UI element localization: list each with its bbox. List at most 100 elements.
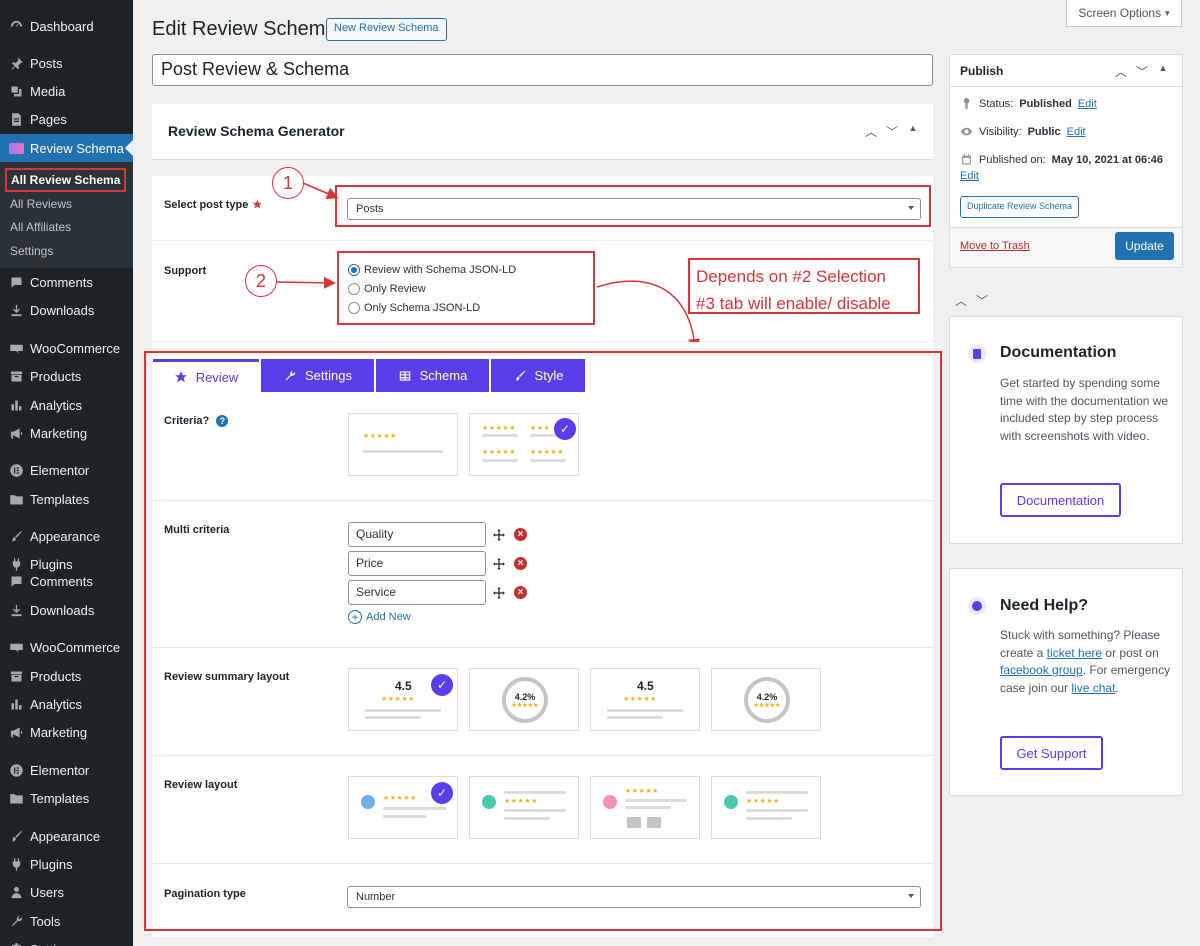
- move-down-icon[interactable]: ﹀: [975, 292, 989, 309]
- sidebar-item-elementor[interactable]: Elementor: [0, 456, 133, 484]
- sidebar-item-users[interactable]: Users: [0, 878, 133, 906]
- sidebar-item-review-schema[interactable]: Review Schema: [0, 134, 133, 162]
- sidebar-item-label: Elementor: [30, 462, 90, 478]
- move-down-icon[interactable]: ﹀: [885, 123, 899, 140]
- help-icon[interactable]: ?: [216, 415, 229, 427]
- sidebar-item-label: Users: [30, 884, 64, 900]
- sidebar-item-products[interactable]: Products: [0, 362, 133, 390]
- pagination-type-select[interactable]: Number: [347, 886, 921, 908]
- sidebar-item-marketing[interactable]: Marketing: [0, 419, 133, 447]
- tab-style[interactable]: Style: [491, 359, 585, 392]
- summary-layout-option-1[interactable]: 4.5 ★★★★★ ✓: [348, 668, 458, 731]
- toggle-panel-icon[interactable]: ▲: [1156, 63, 1170, 80]
- tab-settings[interactable]: Settings: [261, 359, 374, 392]
- sidebar-item-appearance[interactable]: Appearance: [0, 522, 133, 550]
- add-new-criteria-button[interactable]: + Add New: [348, 610, 411, 624]
- sidebar-item-dashboard[interactable]: Dashboard: [0, 12, 133, 40]
- visibility-line: Visibility: Public Edit: [960, 125, 1086, 138]
- sidebar-item-templates[interactable]: Templates: [0, 485, 133, 513]
- post-title-input[interactable]: Post Review & Schema: [152, 54, 933, 86]
- submenu-settings[interactable]: Settings: [10, 244, 53, 258]
- support-option-only-review[interactable]: Only Review: [348, 283, 426, 295]
- criteria-multi-option[interactable]: ★★★★★ ★★★ ★★★★★ ★★★★★ ✓: [469, 413, 579, 476]
- post-type-select[interactable]: Posts: [347, 198, 921, 220]
- live-chat-link[interactable]: live chat: [1071, 681, 1115, 695]
- move-handle-icon[interactable]: [492, 557, 506, 571]
- radio-button[interactable]: [348, 302, 360, 314]
- move-handle-icon[interactable]: [492, 528, 506, 542]
- status-value: Published: [1019, 97, 1072, 110]
- sidebar-item-plugins[interactable]: Plugins: [0, 850, 133, 878]
- criteria-single-option[interactable]: ★★★★★: [348, 413, 458, 476]
- duplicate-review-schema-button[interactable]: Duplicate Review Schema: [960, 196, 1080, 218]
- tab-review[interactable]: Review: [153, 359, 259, 392]
- remove-criteria-icon[interactable]: ×: [514, 586, 527, 599]
- edit-date-link[interactable]: Edit: [960, 170, 979, 182]
- side-box-controls: ︿ ﹀: [954, 292, 989, 309]
- brush-icon: [8, 828, 24, 844]
- submenu-all-review-schema[interactable]: All Review Schema: [5, 168, 127, 192]
- sidebar-item-analytics[interactable]: Analytics: [0, 391, 133, 419]
- review-layout-option-1[interactable]: ★★★★★ ✓: [348, 776, 458, 839]
- sidebar-item-label: Templates: [30, 491, 90, 507]
- new-review-schema-button[interactable]: New Review Schema: [326, 18, 447, 41]
- ticket-link[interactable]: ticket here: [1047, 646, 1102, 660]
- sidebar-item-posts[interactable]: Posts: [0, 49, 133, 77]
- facebook-group-link[interactable]: facebook group: [1000, 663, 1083, 677]
- sidebar-item-products[interactable]: Products: [0, 662, 133, 690]
- remove-criteria-icon[interactable]: ×: [514, 557, 527, 570]
- move-up-icon[interactable]: ︿: [1114, 63, 1128, 80]
- edit-visibility-link[interactable]: Edit: [1067, 126, 1086, 138]
- published-on-line: Published on: May 10, 2021 at 06:46: [960, 153, 1163, 166]
- toggle-panel-icon[interactable]: ▲: [906, 123, 920, 140]
- get-support-button[interactable]: Get Support: [1000, 736, 1103, 770]
- sidebar-item-downloads[interactable]: Downloads: [0, 596, 133, 624]
- move-to-trash-link[interactable]: Move to Trash: [960, 240, 1030, 252]
- review-layout-option-2[interactable]: ★★★★★: [469, 776, 579, 839]
- annotation-note-line-1: Depends on #2 Selection: [696, 267, 886, 286]
- review-layout-option-4[interactable]: ★★★★★: [711, 776, 821, 839]
- sidebar-item-templates[interactable]: Templates: [0, 784, 133, 812]
- post-type-label: Select post type ★: [164, 199, 263, 211]
- select-caret-icon: [908, 894, 914, 898]
- sidebar-item-comments[interactable]: Comments: [0, 268, 133, 296]
- edit-status-link[interactable]: Edit: [1078, 98, 1097, 110]
- avatar-icon: [361, 795, 375, 809]
- sidebar-item-settings[interactable]: Settings: [0, 935, 133, 946]
- sidebar-item-woocommerce[interactable]: WooCommerce: [0, 633, 133, 661]
- criteria-input-service[interactable]: Service: [348, 580, 486, 605]
- sidebar-item-media[interactable]: Media: [0, 77, 133, 105]
- criteria-input-price[interactable]: Price: [348, 551, 486, 576]
- support-option-only-schema[interactable]: Only Schema JSON-LD: [348, 302, 480, 314]
- criteria-input-quality[interactable]: Quality: [348, 522, 486, 547]
- tab-schema[interactable]: Schema: [376, 359, 489, 392]
- sidebar-item-analytics[interactable]: Analytics: [0, 690, 133, 718]
- sidebar-item-tools[interactable]: Tools: [0, 907, 133, 935]
- folder-icon: [8, 491, 24, 507]
- move-up-icon[interactable]: ︿: [954, 292, 968, 309]
- move-up-icon[interactable]: ︿: [864, 123, 878, 140]
- archive-icon: [8, 368, 24, 384]
- sidebar-item-downloads[interactable]: Downloads: [0, 296, 133, 324]
- screen-options-button[interactable]: Screen Options ▾: [1066, 0, 1182, 27]
- sidebar-item-woocommerce[interactable]: WooCommerce: [0, 334, 133, 362]
- sidebar-item-pages[interactable]: Pages: [0, 105, 133, 133]
- move-handle-icon[interactable]: [492, 586, 506, 600]
- summary-layout-option-2[interactable]: 4.2% ★★★★★: [469, 668, 579, 731]
- remove-criteria-icon[interactable]: ×: [514, 528, 527, 541]
- update-button[interactable]: Update: [1115, 232, 1174, 260]
- sidebar-item-comments[interactable]: Comments: [0, 567, 133, 595]
- submenu-all-affiliates[interactable]: All Affiliates: [10, 220, 71, 234]
- submenu-all-reviews[interactable]: All Reviews: [10, 197, 72, 211]
- sidebar-item-marketing[interactable]: Marketing: [0, 718, 133, 746]
- support-option-review-schema[interactable]: Review with Schema JSON-LD: [348, 264, 516, 276]
- summary-layout-option-4[interactable]: 4.2% ★★★★★: [711, 668, 821, 731]
- move-down-icon[interactable]: ﹀: [1135, 63, 1149, 80]
- sidebar-item-elementor[interactable]: Elementor: [0, 756, 133, 784]
- review-layout-option-3[interactable]: ★★★★★: [590, 776, 700, 839]
- radio-button[interactable]: [348, 283, 360, 295]
- documentation-button[interactable]: Documentation: [1000, 483, 1121, 517]
- sidebar-item-appearance[interactable]: Appearance: [0, 822, 133, 850]
- radio-button-checked[interactable]: [348, 264, 360, 276]
- summary-layout-option-3[interactable]: 4.5 ★★★★★: [590, 668, 700, 731]
